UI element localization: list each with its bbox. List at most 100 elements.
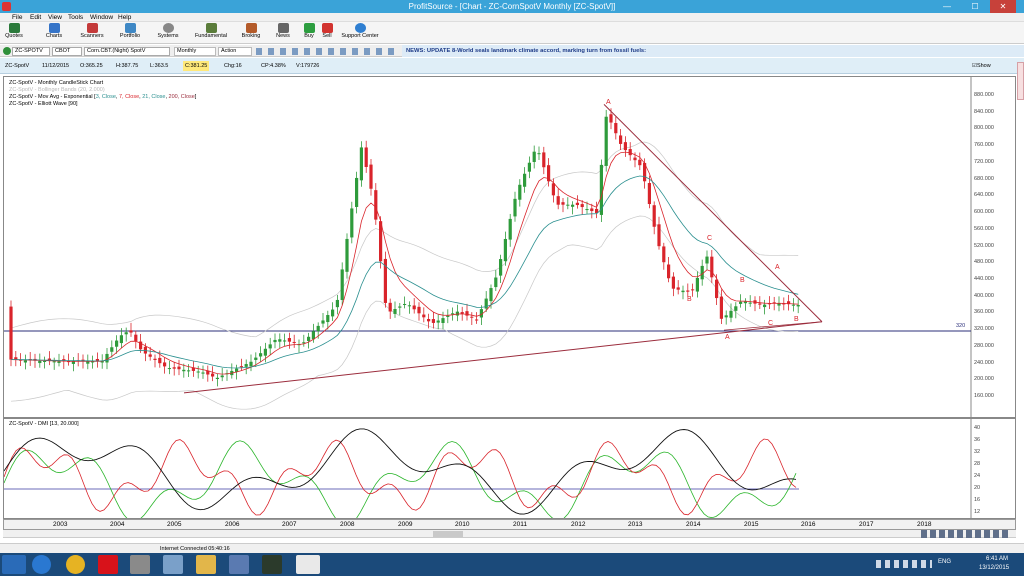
fundamental-button[interactable]: Fundamental (192, 23, 230, 43)
candle-body (566, 204, 570, 206)
candle-body (398, 306, 402, 308)
candle-body (254, 357, 258, 360)
horizontal-scrollbar[interactable] (3, 530, 1016, 538)
portfolio-button[interactable]: Portfolio (116, 23, 144, 43)
start-icon[interactable] (2, 555, 26, 574)
candle-body (364, 147, 368, 167)
menu-file[interactable]: File (12, 13, 22, 22)
candle-body (451, 313, 455, 315)
price-tick-label: 160.000 (974, 393, 994, 399)
candle-body (508, 218, 512, 240)
broking-button[interactable]: Broking (238, 23, 264, 43)
price-chart-canvas: A B C A B C A B (4, 77, 972, 417)
menu-view[interactable]: View (48, 13, 62, 22)
candle-body (686, 290, 690, 292)
candle-body (359, 147, 363, 181)
profitsource-icon[interactable] (296, 555, 320, 574)
candle-body (638, 159, 642, 166)
candle-body (734, 306, 738, 311)
chart-tools-strip[interactable] (256, 48, 396, 55)
dmi-tick-label: 12 (974, 509, 981, 515)
menu-help[interactable]: Help (118, 13, 131, 22)
period-select[interactable]: Monthly (174, 47, 216, 56)
price-tick-label: 200.000 (974, 376, 994, 383)
ema-7-line (10, 151, 799, 375)
candle-body (23, 360, 27, 363)
legend-candlestick: ZC-SpotV - Monthly CandleStick Chart (9, 80, 104, 86)
link-icon (3, 47, 11, 55)
price-tick-label: 640.000 (974, 192, 994, 199)
news-button[interactable]: News (272, 23, 294, 43)
legend-bollinger: ZC-SpotV - Bollinger Bands (20, 2.000) (9, 87, 105, 93)
buy-button[interactable]: Buy (300, 23, 318, 43)
show-last-checkbox[interactable]: ☑ Show Last (972, 58, 991, 85)
zoom-controls[interactable] (921, 530, 1011, 538)
candle-body (436, 320, 440, 323)
dmi-tick-label: 36 (974, 437, 981, 443)
year-label: 2018 (917, 521, 932, 528)
menu-edit[interactable]: Edit (30, 13, 41, 22)
app-icon (2, 2, 11, 11)
app-k-icon[interactable] (98, 555, 118, 574)
candle-body (556, 196, 560, 205)
elliott-wave-label: B (740, 277, 745, 284)
dmi-tick-label: 40 (974, 425, 981, 431)
candle-body (446, 315, 450, 317)
candle-body (523, 173, 527, 187)
candle-body (187, 370, 191, 372)
elliott-wave-label: B (687, 296, 692, 303)
candle-body (43, 360, 47, 362)
folder-icon[interactable] (196, 555, 216, 574)
quotes-button[interactable]: Quotes (2, 23, 26, 43)
clock-time[interactable]: 6:41 AM (986, 556, 1008, 562)
side-tab[interactable] (1017, 62, 1024, 100)
action-menu[interactable]: Action (218, 47, 252, 56)
candle-body (662, 246, 666, 263)
year-label: 2009 (398, 521, 413, 528)
buy-icon (303, 23, 315, 33)
exchange-select[interactable]: CBOT (52, 47, 82, 56)
menu-bar: File Edit View Tools Window Help (0, 13, 1024, 22)
security-name-field[interactable]: Corn.CBT.(Night) SpotV (84, 47, 170, 56)
candle-body (460, 312, 464, 314)
systems-button[interactable]: Systems (154, 23, 182, 43)
candle-body (9, 306, 13, 360)
price-tick-label: 280.000 (974, 342, 994, 349)
price-chart[interactable]: A B C A B C A B ZC-SpotV - Monthly CandleStick … (3, 76, 1016, 418)
price-tick-label: 720.000 (974, 158, 994, 165)
candle-body (201, 372, 205, 374)
support-center-button[interactable]: Support Center (338, 23, 382, 43)
scanners-button[interactable]: Scanners (78, 23, 106, 43)
charts-button[interactable]: Charts (40, 23, 68, 43)
app-window-icon[interactable] (163, 555, 183, 574)
browser-icon[interactable] (32, 555, 51, 574)
candle-body (57, 361, 61, 363)
app-grid-icon[interactable] (130, 555, 150, 574)
tray-icons[interactable] (876, 560, 932, 568)
symbol-input[interactable]: ZC-SPOTV (12, 47, 50, 56)
candle-body (470, 316, 474, 318)
legend-dmi: ZC-SpotV - DMI [13, 20.000] (9, 421, 79, 427)
minimize-button[interactable]: — (934, 0, 960, 13)
app-terminal-icon[interactable] (262, 555, 282, 574)
menu-window[interactable]: Window (90, 13, 113, 22)
app-tools-icon[interactable] (229, 555, 249, 574)
quote-symbol: ZC-SpotV (5, 63, 30, 69)
candle-body (724, 315, 728, 318)
chrome-icon[interactable] (66, 555, 85, 574)
maximize-button[interactable]: ☐ (962, 0, 988, 13)
dmi-panel[interactable]: ZC-SpotV - DMI [13, 20.000] 40 36 32 28 24 20… (3, 418, 1016, 526)
price-tick-label: 400.000 (974, 292, 994, 299)
clock-date[interactable]: 13/12/2015 (979, 565, 1009, 571)
news-ticker[interactable]: NEWS: UPDATE 8-World seals landmark clim… (402, 45, 1024, 57)
candle-body (172, 367, 176, 369)
language-indicator[interactable]: ENG (938, 559, 951, 565)
dmi-tick-label: 24 (974, 473, 981, 479)
candle-body (475, 319, 479, 321)
candle-body (758, 303, 762, 305)
sell-button[interactable]: Sell (318, 23, 336, 43)
close-button[interactable]: ✕ (990, 0, 1016, 13)
scroll-thumb[interactable] (433, 531, 463, 537)
menu-tools[interactable]: Tools (68, 13, 83, 22)
candle-body (614, 123, 618, 134)
